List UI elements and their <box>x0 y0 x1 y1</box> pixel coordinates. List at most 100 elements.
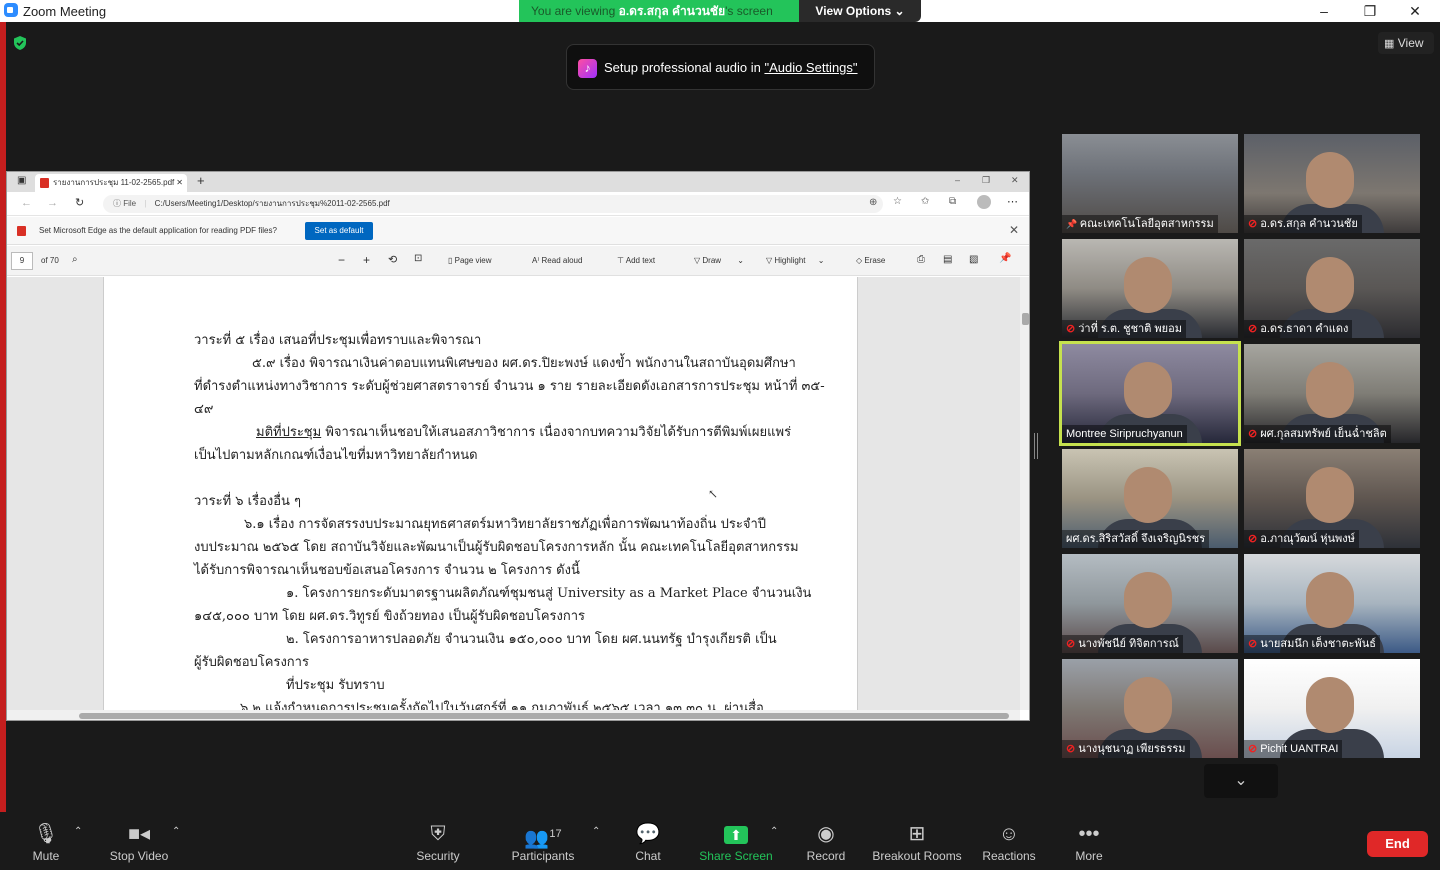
participants-button[interactable]: 👥17 Participants <box>510 812 576 870</box>
minimize-button[interactable]: – <box>1301 0 1347 22</box>
favorites-icon[interactable]: ✩ <box>921 196 929 207</box>
share-options-chevron-icon[interactable]: ⌃ <box>770 826 778 837</box>
grid-icon: ▦ <box>1384 38 1395 50</box>
fit-page-icon[interactable]: ⊡ <box>414 253 422 264</box>
save-as-icon[interactable]: ▧ <box>969 254 978 265</box>
browser-restore-icon[interactable]: ❐ <box>982 175 990 186</box>
participant-video-tile[interactable]: ⊘ นางนุชนาฏ เพียรธรรม <box>1062 659 1238 758</box>
participant-name: นายสมนึก เต็งชาตะพันธ์ <box>1260 638 1377 650</box>
page-view-button[interactable]: ▯ Page view <box>448 256 492 265</box>
pdf-line: ที่ประชุม รับทราบ <box>286 678 385 693</box>
tab-close-icon[interactable]: ✕ <box>176 174 183 192</box>
end-meeting-button[interactable]: End <box>1367 831 1428 857</box>
info-bar-close-icon[interactable]: ✕ <box>1009 223 1019 237</box>
pin-toolbar-icon[interactable]: 📌 <box>999 253 1011 264</box>
muted-microphone-icon: ⊘ <box>1248 323 1258 335</box>
browser-close-icon[interactable]: ✕ <box>1011 175 1019 186</box>
maximize-button[interactable]: ❐ <box>1347 0 1393 22</box>
panel-resize-handle[interactable] <box>1034 433 1038 459</box>
pdf-horizontal-scrollbar[interactable] <box>7 710 1020 720</box>
favorite-star-icon[interactable]: ☆ <box>893 196 902 207</box>
highlight-button[interactable]: ▽ Highlight ⌄ <box>766 256 824 265</box>
more-button[interactable]: ••• More <box>1066 812 1112 870</box>
participant-name-label: ผศ.ดร.สิริสวัสดิ์ จึงเจริญนิรชร <box>1062 530 1210 548</box>
audio-options-chevron-icon[interactable]: ⌃ <box>74 826 82 837</box>
presenter-name: อ.ดร.สกุล คำนวนชัย <box>618 4 726 18</box>
page-view-icon: ▯ <box>448 256 455 265</box>
breakout-rooms-button[interactable]: ⊞ Breakout Rooms <box>872 812 962 870</box>
participant-video-tile[interactable]: ⊘ อ.ดร.สกุล คำนวนชัย <box>1244 134 1420 233</box>
rotate-icon[interactable]: ⟲ <box>388 253 397 266</box>
participant-name: อ.ดร.สกุล คำนวนชัย <box>1260 218 1358 230</box>
read-aloud-button[interactable]: A⁾ Read aloud <box>532 256 582 265</box>
vertical-scroll-thumb[interactable] <box>1022 313 1029 325</box>
participant-silhouette <box>1306 362 1354 418</box>
participant-name-label: ⊘ อ.ดร.สกุล คำนวนชัย <box>1244 215 1362 233</box>
pdf-viewer[interactable]: วาระที่ ๕ เรื่อง เสนอที่ประชุมเพื่อทราบแ… <box>7 277 1020 710</box>
pdf-vertical-scrollbar[interactable] <box>1020 277 1029 710</box>
zoom-out-icon[interactable]: − <box>338 253 345 267</box>
participant-video-tile[interactable]: ⊘ อ.ภาณุวัฒน์ หุ่นพงษ์ <box>1244 449 1420 548</box>
participant-video-tile[interactable]: ⊘ ผศ.กุลสมทรัพย์ เย็นฉ่ำชลิต <box>1244 344 1420 443</box>
stop-video-button[interactable]: ■◂ Stop Video <box>104 812 174 870</box>
chevron-down-icon: ⌄ <box>1234 772 1248 789</box>
mute-button[interactable]: 🎙 Mute <box>18 812 74 870</box>
collections-icon[interactable]: ⧉ <box>949 196 956 207</box>
close-button[interactable]: ✕ <box>1392 0 1438 22</box>
info-pdf-icon <box>17 226 26 236</box>
erase-button[interactable]: ◇ Erase <box>856 256 885 265</box>
security-button[interactable]: ⛨ Security <box>410 812 466 870</box>
refresh-icon[interactable]: ↻ <box>75 196 84 209</box>
highlight-dropdown-icon[interactable]: ⌄ <box>818 256 825 265</box>
file-label: File <box>123 199 137 208</box>
page-total: of 70 <box>41 256 59 265</box>
tab-actions-icon[interactable]: ▣ <box>17 175 26 186</box>
audio-settings-link[interactable]: "Audio Settings" <box>764 60 857 75</box>
participants-chevron-icon[interactable]: ⌃ <box>592 826 600 837</box>
reactions-button[interactable]: ☺ Reactions <box>980 812 1038 870</box>
set-default-button[interactable]: Set as default <box>305 222 373 240</box>
participant-video-tile[interactable]: ⊘ นายสมนึก เต็งชาตะพันธ์ <box>1244 554 1420 653</box>
record-icon: ◉ <box>817 823 835 845</box>
participant-video-tile[interactable]: ⊘ ว่าที่ ร.ต. ชูชาติ พยอม <box>1062 239 1238 338</box>
participant-video-tile[interactable]: ผศ.ดร.สิริสวัสดิ์ จึงเจริญนิรชร <box>1062 449 1238 548</box>
participant-video-tile[interactable]: ⊘ อ.ดร.ธาดา คำแดง <box>1244 239 1420 338</box>
participant-name: ผศ.กุลสมทรัพย์ เย็นฉ่ำชลิต <box>1260 428 1387 440</box>
browser-minimize-icon[interactable]: – <box>955 175 960 185</box>
pdf-toolbar: 9 of 70 ⌕ − + ⟲ ⊡ ▯ Page view A⁾ Read al… <box>7 246 1029 276</box>
record-button[interactable]: ◉ Record <box>800 812 852 870</box>
draw-button[interactable]: ▽ Draw ⌄ <box>694 256 744 265</box>
save-icon[interactable]: ▤ <box>943 254 952 265</box>
participant-silhouette <box>1124 677 1172 733</box>
zoom-icon[interactable]: ⊕ <box>869 197 877 208</box>
new-tab-button[interactable]: + <box>197 173 205 188</box>
profile-avatar[interactable] <box>977 195 991 209</box>
view-options-button[interactable]: View Options ⌄ <box>799 0 921 22</box>
draw-dropdown-icon[interactable]: ⌄ <box>737 256 744 265</box>
browser-menu-icon[interactable]: ⋯ <box>1007 195 1018 208</box>
share-screen-button[interactable]: ⬆ Share Screen <box>698 812 774 870</box>
back-icon[interactable]: ← <box>21 197 32 209</box>
page-number-input[interactable]: 9 <box>11 252 33 270</box>
pdf-line: วาระที่ ๖ เรื่องอื่น ๆ <box>194 494 302 509</box>
participant-video-tile[interactable]: ⊘ Pichit UANTRAI <box>1244 659 1420 758</box>
print-icon[interactable]: ⎙ <box>917 254 925 265</box>
read-aloud-icon: A⁾ <box>532 256 542 265</box>
address-input[interactable]: ⓘ File | C:/Users/Meeting1/Desktop/รายงา… <box>103 195 883 213</box>
participant-video-tile[interactable]: 📌 คณะเทคโนโลยีอุตสาหกรรม <box>1062 134 1238 233</box>
encryption-shield-icon[interactable] <box>12 35 28 51</box>
video-options-chevron-icon[interactable]: ⌃ <box>172 826 180 837</box>
horizontal-scroll-thumb[interactable] <box>79 713 1009 719</box>
gallery-view-button[interactable]: ▦ View <box>1378 32 1434 54</box>
add-text-button[interactable]: ⊤ Add text <box>617 256 655 265</box>
find-icon[interactable]: ⌕ <box>72 254 78 265</box>
forward-icon[interactable]: → <box>47 197 58 209</box>
zoom-in-icon[interactable]: + <box>363 253 370 267</box>
pdf-tab[interactable]: รายงานการประชุม 11-02-2565.pdf ✕ <box>35 174 187 192</box>
participant-silhouette <box>1306 677 1354 733</box>
participant-video-tile[interactable]: Montree Siripruchyanun <box>1059 341 1241 446</box>
participant-name-label: ⊘ ว่าที่ ร.ต. ชูชาติ พยอม <box>1062 320 1186 338</box>
chat-button[interactable]: 💬 Chat <box>622 812 674 870</box>
gallery-next-page-button[interactable]: ⌄ <box>1204 764 1278 798</box>
participant-video-tile[interactable]: ⊘ นางพัชนีย์ ทิจิตการณ์ <box>1062 554 1238 653</box>
